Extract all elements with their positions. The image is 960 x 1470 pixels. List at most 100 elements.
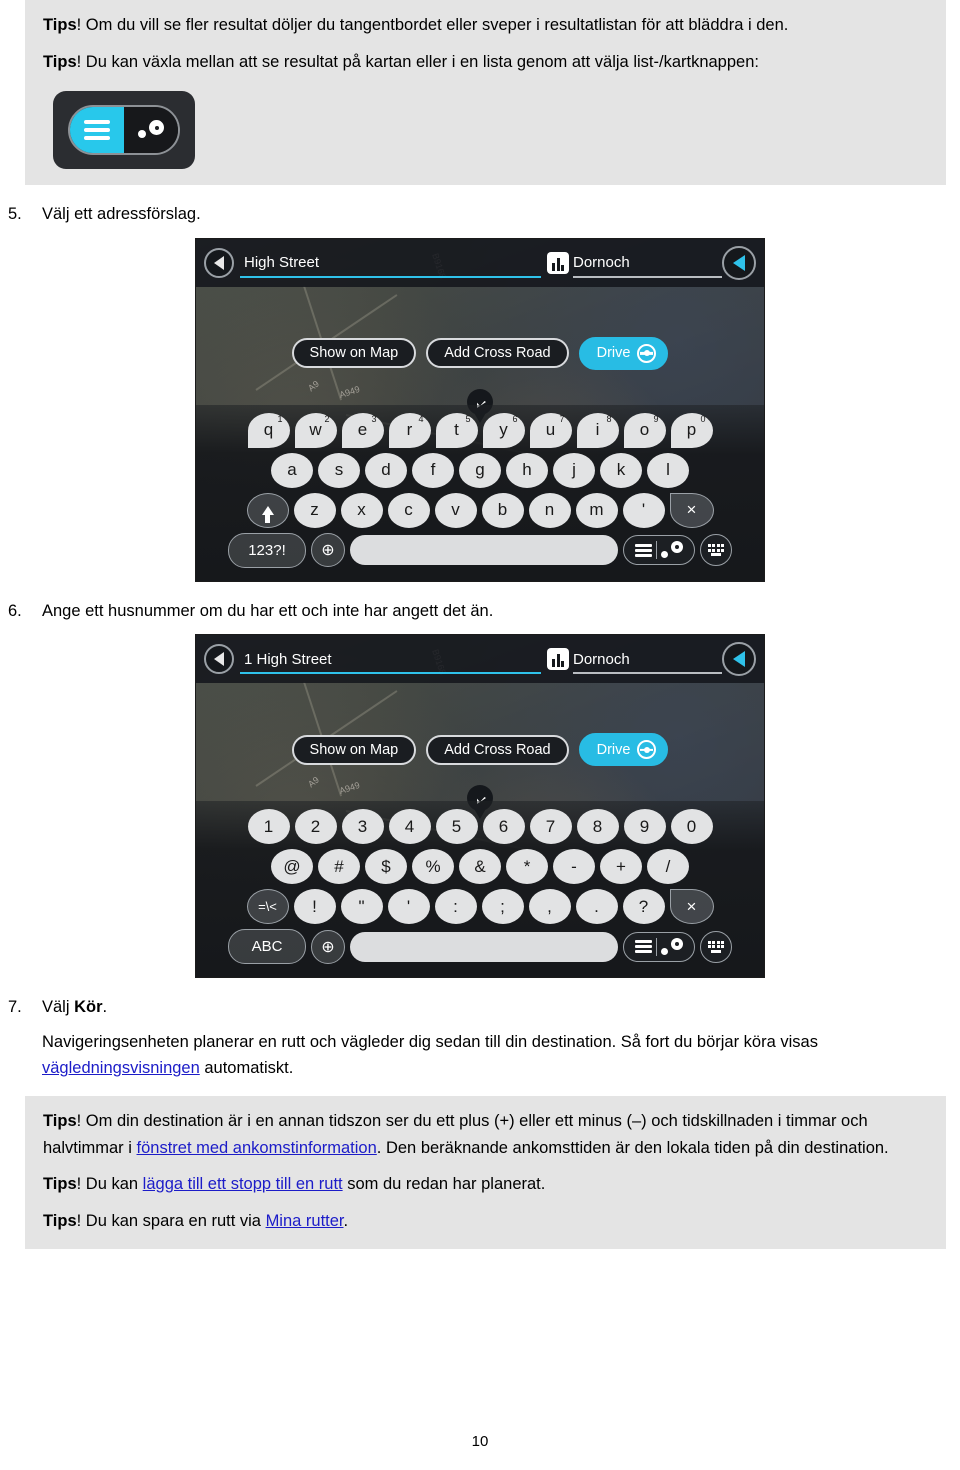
list-map-toggle-key[interactable] bbox=[623, 535, 695, 566]
key-9[interactable]: 9 bbox=[623, 809, 666, 845]
key-w[interactable]: w2 bbox=[294, 412, 337, 448]
search-submit-button[interactable] bbox=[722, 642, 756, 677]
keyboard-grid-icon bbox=[707, 940, 725, 953]
map-view-half[interactable] bbox=[124, 107, 178, 154]
key-apostrophe[interactable]: ' bbox=[387, 889, 430, 925]
my-routes-link[interactable]: Mina rutter bbox=[266, 1212, 344, 1230]
key-r[interactable]: r4 bbox=[388, 412, 431, 448]
list-view-half[interactable] bbox=[70, 107, 124, 154]
key-s[interactable]: s bbox=[318, 452, 360, 488]
key-c[interactable]: c bbox=[387, 492, 430, 528]
key-8[interactable]: 8 bbox=[576, 809, 619, 845]
key-q[interactable]: q1 bbox=[247, 412, 290, 448]
key-5[interactable]: 5 bbox=[435, 809, 478, 845]
key-d[interactable]: d bbox=[365, 452, 407, 488]
key-asterisk[interactable]: * bbox=[506, 849, 548, 885]
hide-keyboard-key[interactable] bbox=[700, 534, 732, 567]
list-map-toggle-button[interactable] bbox=[53, 91, 195, 170]
key-e[interactable]: e3 bbox=[341, 412, 384, 448]
key-v[interactable]: v bbox=[434, 492, 477, 528]
key-ampersand[interactable]: & bbox=[459, 849, 501, 885]
key-hash[interactable]: # bbox=[318, 849, 360, 885]
space-key[interactable] bbox=[350, 931, 618, 962]
globe-icon-key[interactable]: ⊕ bbox=[311, 533, 345, 568]
add-stop-link[interactable]: lägga till ett stopp till en rutt bbox=[143, 1175, 343, 1193]
tips-text-part1: ! Du kan bbox=[76, 1175, 143, 1194]
alpha-mode-key[interactable]: ABC bbox=[228, 929, 306, 965]
guidance-view-link[interactable]: vägledningsvisningen bbox=[42, 1059, 200, 1077]
key-apostrophe[interactable]: ' bbox=[622, 492, 665, 528]
key-y[interactable]: y6 bbox=[482, 412, 525, 448]
key-slash[interactable]: / bbox=[647, 849, 689, 885]
key-n[interactable]: n bbox=[528, 492, 571, 528]
numeric-mode-key[interactable]: 123?! bbox=[228, 532, 306, 568]
search-submit-button[interactable] bbox=[722, 245, 756, 280]
key-exclamation[interactable]: ! bbox=[293, 889, 336, 925]
key-i[interactable]: i8 bbox=[576, 412, 619, 448]
city-search-field[interactable]: Dornoch bbox=[547, 246, 722, 280]
address-action-buttons: Show on Map Add Cross Road Drive bbox=[196, 336, 764, 370]
key-comma[interactable]: , bbox=[528, 889, 571, 925]
back-button[interactable] bbox=[204, 247, 234, 278]
key-4[interactable]: 4 bbox=[388, 809, 431, 845]
key-at[interactable]: @ bbox=[271, 849, 313, 885]
hide-keyboard-key[interactable] bbox=[700, 930, 732, 963]
key-o[interactable]: o9 bbox=[623, 412, 666, 448]
key-3[interactable]: 3 bbox=[341, 809, 384, 845]
key-period[interactable]: . bbox=[575, 889, 618, 925]
key-a[interactable]: a bbox=[271, 452, 313, 488]
key-colon[interactable]: : bbox=[434, 889, 477, 925]
key-g[interactable]: g bbox=[459, 452, 501, 488]
onscreen-keyboard-numeric[interactable]: 1 2 3 4 5 6 7 8 9 0 @ # $ % & * - + / =\… bbox=[196, 792, 764, 978]
street-search-field[interactable]: 1 High Street bbox=[240, 642, 541, 676]
key-j[interactable]: j bbox=[553, 452, 595, 488]
key-question[interactable]: ? bbox=[622, 889, 665, 925]
arrival-info-panel-link[interactable]: fönstret med ankomstinformation bbox=[137, 1139, 377, 1157]
city-search-field[interactable]: Dornoch bbox=[547, 642, 722, 676]
key-k[interactable]: k bbox=[600, 452, 642, 488]
drive-button[interactable]: Drive bbox=[578, 733, 669, 767]
key-1[interactable]: 1 bbox=[247, 809, 290, 845]
key-7[interactable]: 7 bbox=[529, 809, 572, 845]
key-minus[interactable]: - bbox=[553, 849, 595, 885]
list-map-toggle-key[interactable] bbox=[623, 931, 695, 962]
key-z[interactable]: z bbox=[293, 492, 336, 528]
key-plus[interactable]: + bbox=[600, 849, 642, 885]
keyboard-row-bottom: ABC ⊕ bbox=[206, 929, 754, 965]
key-p[interactable]: p0 bbox=[670, 412, 713, 448]
key-f[interactable]: f bbox=[412, 452, 454, 488]
key-m[interactable]: m bbox=[575, 492, 618, 528]
key-6[interactable]: 6 bbox=[482, 809, 525, 845]
street-search-field[interactable]: High Street bbox=[240, 246, 541, 280]
tips-paragraph-1: Tips! Om du vill se fler resultat döljer… bbox=[43, 12, 928, 39]
street-field-value: 1 High Street bbox=[244, 650, 332, 668]
key-dollar[interactable]: $ bbox=[365, 849, 407, 885]
key-quote[interactable]: " bbox=[340, 889, 383, 925]
key-u[interactable]: u7 bbox=[529, 412, 572, 448]
key-t[interactable]: t5 bbox=[435, 412, 478, 448]
space-key[interactable] bbox=[350, 535, 618, 566]
show-on-map-button[interactable]: Show on Map bbox=[291, 734, 417, 765]
key-x[interactable]: x bbox=[340, 492, 383, 528]
add-cross-road-button[interactable]: Add Cross Road bbox=[426, 338, 569, 369]
steering-wheel-icon bbox=[637, 740, 657, 760]
backspace-key[interactable]: × bbox=[669, 889, 714, 925]
drive-button[interactable]: Drive bbox=[578, 336, 669, 370]
back-button[interactable] bbox=[204, 644, 234, 675]
key-h[interactable]: h bbox=[506, 452, 548, 488]
onscreen-keyboard-qwerty[interactable]: q1 w2 e3 r4 t5 y6 u7 i8 o9 p0 a s d f g … bbox=[196, 395, 764, 581]
key-b[interactable]: b bbox=[481, 492, 524, 528]
key-2[interactable]: 2 bbox=[294, 809, 337, 845]
backspace-key[interactable]: × bbox=[669, 492, 714, 528]
globe-icon-key[interactable]: ⊕ bbox=[311, 929, 345, 964]
key-0[interactable]: 0 bbox=[670, 809, 713, 845]
search-header: High Street Dornoch bbox=[196, 238, 764, 287]
key-l[interactable]: l bbox=[647, 452, 689, 488]
add-cross-road-button[interactable]: Add Cross Road bbox=[426, 734, 569, 765]
shift-key[interactable] bbox=[246, 492, 289, 528]
key-percent[interactable]: % bbox=[412, 849, 454, 885]
key-semicolon[interactable]: ; bbox=[481, 889, 524, 925]
key-label: i bbox=[595, 420, 600, 440]
symbol-mode-key[interactable]: =\< bbox=[246, 889, 289, 925]
show-on-map-button[interactable]: Show on Map bbox=[291, 338, 417, 369]
